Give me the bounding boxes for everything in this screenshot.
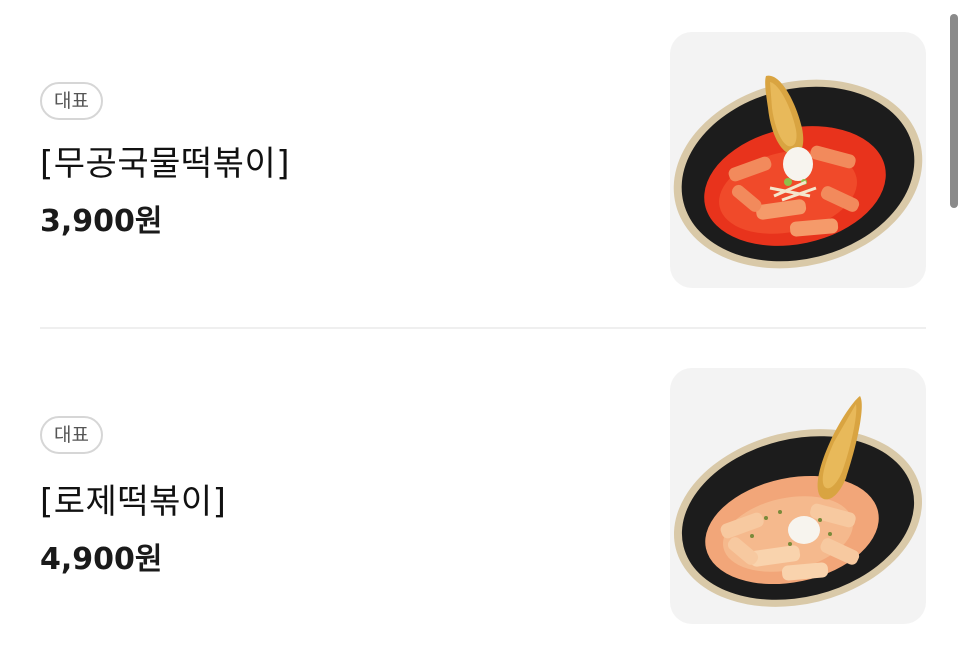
menu-item-name: [무공국물떡볶이] [40, 144, 290, 184]
menu-list: 대표 [무공국물떡볶이] 3,900원 대표 [로제떡볶이] 4,900원 [0, 0, 966, 652]
tteokbokki-soup-image [673, 75, 923, 269]
divider [40, 327, 926, 329]
signature-badge: 대표 [40, 82, 103, 120]
menu-item-image[interactable] [670, 32, 926, 288]
menu-item-price: 3,900원 [40, 204, 163, 239]
menu-item-name: [로제떡볶이] [40, 482, 227, 522]
signature-badge: 대표 [40, 416, 103, 454]
menu-item-image[interactable] [670, 368, 926, 624]
menu-item-rose-tteokbokki[interactable]: 대표 [로제떡볶이] 4,900원 [0, 330, 966, 660]
rose-tteokbokki-image [673, 396, 923, 607]
menu-item-soup-tteokbokki[interactable]: 대표 [무공국물떡볶이] 3,900원 [0, 0, 966, 330]
menu-item-price: 4,900원 [40, 542, 163, 577]
scrollbar[interactable] [950, 14, 958, 208]
